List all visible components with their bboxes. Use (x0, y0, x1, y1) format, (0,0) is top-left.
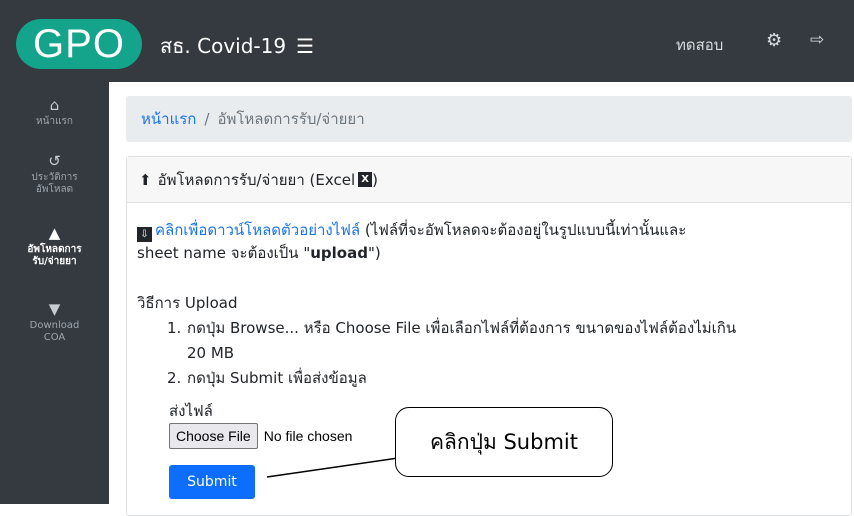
step-text: กดปุ่ม Submit เพื่อส่งข้อมูล (187, 369, 367, 387)
sidebar-item-label: Download (29, 320, 80, 331)
step-text: กดปุ่ม Browse... หรือ Choose File เพื่อเ… (187, 319, 737, 337)
sidebar-item-label-2: อัพโหลด (35, 184, 74, 195)
step-item: 1. กดปุ่ม Browse... หรือ Choose File เพื่… (167, 316, 837, 341)
file-input: Choose File No file chosen (169, 423, 352, 449)
logout-icon[interactable]: ⇨ (810, 30, 824, 50)
sheet-note-pre: sheet name จะต้องเป็น " (137, 244, 311, 262)
sidebar-item-label: ประวัติการ (31, 172, 78, 183)
home-icon: ⌂ (49, 96, 60, 114)
brand: สธ. Covid-19 ☰ (160, 30, 314, 62)
step-item: 2. กดปุ่ม Submit เพื่อส่งข้อมูล (167, 366, 837, 391)
card-body: ⇩ คลิกเพื่อดาวน์โหลดตัวอย่างไฟล์ (ไฟล์ที่… (137, 219, 837, 499)
card-header: ⬆ อัพโหลดการรับ/จ่ายยา (Excel X ) (127, 157, 851, 203)
send-file-label: ส่งไฟล์ (169, 402, 213, 420)
file-download-icon: ⇩ (137, 227, 152, 242)
sidebar-item-upload-dispense[interactable]: ▲ อัพโหลดการ รับ/จ่ายยา (0, 224, 109, 268)
sidebar-item-label-2: COA (43, 332, 66, 343)
instruction-callout: คลิกปุ่ม Submit (395, 407, 613, 477)
app-title[interactable]: สธ. Covid-19 (160, 30, 286, 62)
file-download-icon: ▼ (48, 300, 61, 318)
breadcrumb: หน้าแรก / อัพโหลดการรับ/จ่ายยา (126, 96, 852, 142)
breadcrumb-separator: / (204, 110, 210, 128)
sidebar-item-upload-history[interactable]: ↺ ประวัติการ อัพโหลด (0, 152, 109, 196)
upload-steps: 1. กดปุ่ม Browse... หรือ Choose File เพื่… (167, 316, 837, 391)
upload-method-title: วิธีการ Upload (137, 294, 238, 312)
card-title: อัพโหลดการรับ/จ่ายยา (Excel (157, 170, 356, 189)
submit-button[interactable]: Submit (169, 465, 255, 499)
callout-text: คลิกปุ่ม Submit (430, 429, 578, 454)
top-navbar: GPO สธ. Covid-19 ☰ ทดสอบ ⚙ ⇨ (0, 0, 854, 82)
user-name-link[interactable]: ทดสอบ (676, 33, 723, 57)
sidebar-item-label-2: รับ/จ่ายยา (32, 256, 77, 267)
step-number: 2. (167, 369, 182, 387)
sheet-name-value: upload (310, 244, 368, 262)
download-sample-line: ⇩ คลิกเพื่อดาวน์โหลดตัวอย่างไฟล์ (ไฟล์ที่… (137, 219, 837, 265)
excel-icon: X (358, 172, 373, 187)
choose-file-button[interactable]: Choose File (169, 423, 258, 449)
download-note: (ไฟล์ที่จะอัพโหลดจะต้องอยู่ในรูปแบบนี้เท… (360, 221, 687, 239)
card-title-end: ) (372, 170, 378, 189)
sidebar-item-home[interactable]: ⌂ หน้าแรก (0, 96, 109, 128)
gear-icon[interactable]: ⚙ (766, 30, 782, 51)
step-item-continued: 20 MB (187, 344, 235, 362)
sidebar-item-label: อัพโหลดการ (27, 244, 82, 255)
download-sample-link[interactable]: คลิกเพื่อดาวน์โหลดตัวอย่างไฟล์ (155, 221, 360, 239)
history-icon: ↺ (48, 152, 61, 170)
file-upload-icon: ▲ (48, 224, 61, 242)
sidebar: ⌂ หน้าแรก ↺ ประวัติการ อัพโหลด ▲ อัพโหลด… (0, 82, 109, 504)
sidebar-item-download-coa[interactable]: ▼ Download COA (0, 300, 109, 344)
upload-icon: ⬆ (139, 170, 152, 189)
breadcrumb-home-link[interactable]: หน้าแรก (141, 107, 196, 131)
breadcrumb-current: อัพโหลดการรับ/จ่ายยา (217, 110, 365, 128)
file-status: No file chosen (263, 428, 353, 444)
gpo-logo[interactable]: GPO (16, 19, 142, 69)
hamburger-menu-icon[interactable]: ☰ (296, 34, 314, 58)
step-number: 1. (167, 319, 182, 337)
sidebar-item-label: หน้าแรก (36, 116, 73, 127)
sheet-note-post: ") (367, 244, 381, 262)
